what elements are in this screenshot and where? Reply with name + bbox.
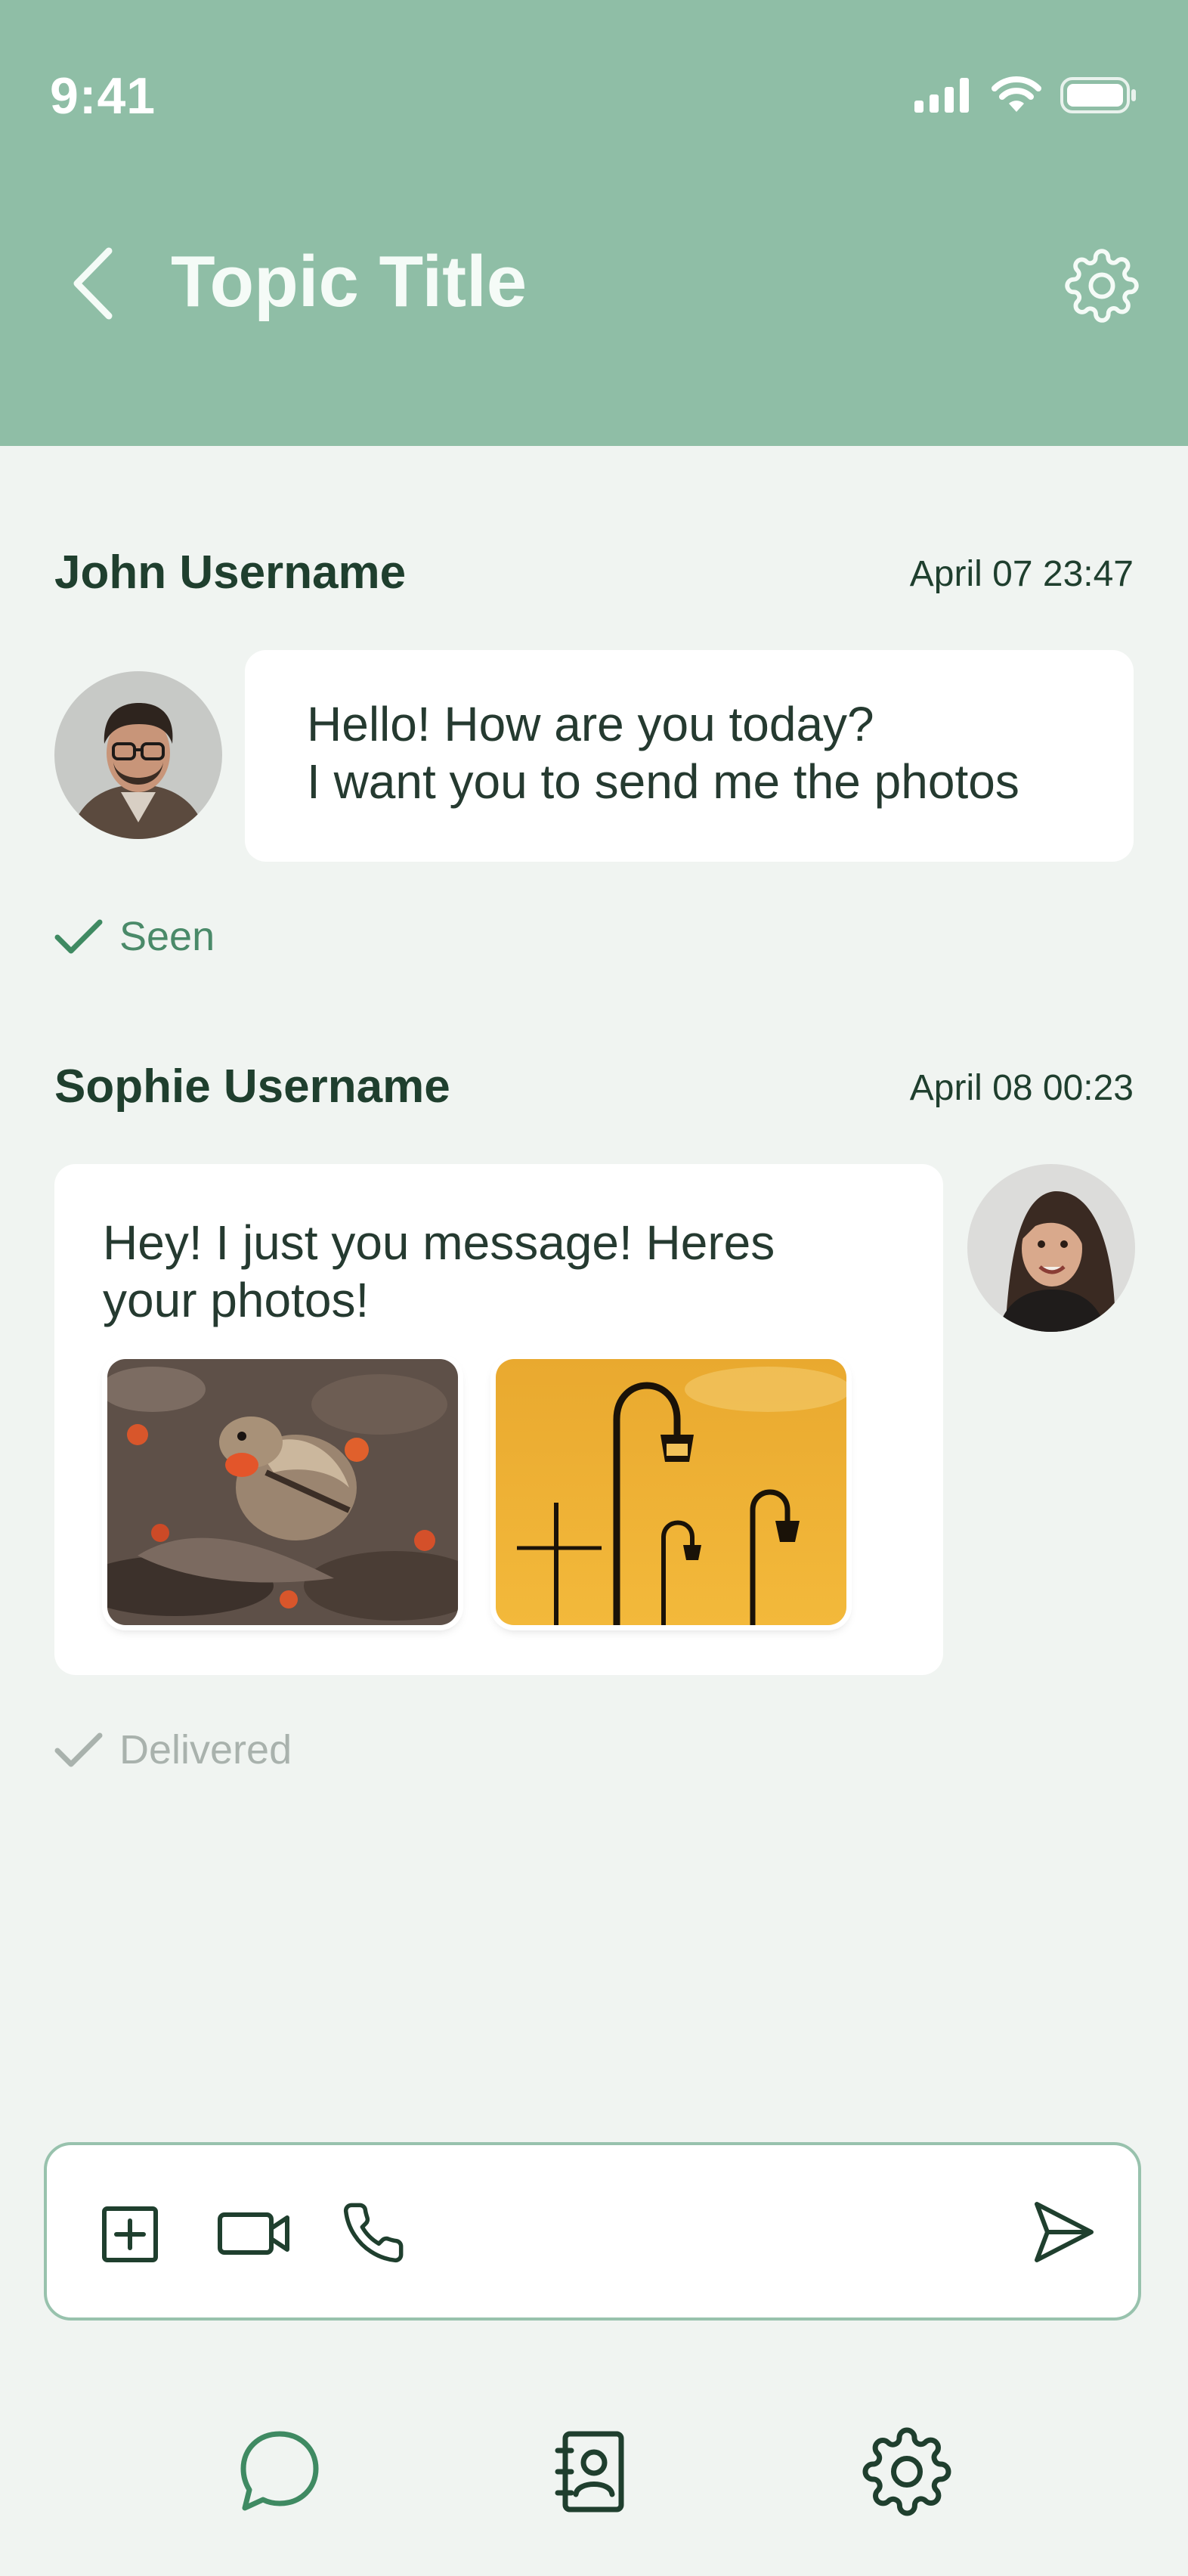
chat-bubble-icon[interactable]: [234, 2426, 325, 2517]
checkmark-icon: [54, 919, 103, 954]
send-icon[interactable]: [1029, 2198, 1097, 2266]
message-date: April 07: [909, 554, 1033, 594]
message-line: your photos!: [103, 1273, 370, 1327]
message-bubble-sophie: Hey! I just you message! Heres your phot…: [54, 1164, 943, 1675]
wifi-icon: [992, 76, 1041, 112]
app-header: [0, 0, 1188, 446]
photo-thumbnail-chipmunk[interactable]: [107, 1359, 458, 1625]
back-chevron-icon[interactable]: [59, 242, 127, 325]
bottom-nav: [0, 2404, 1188, 2540]
settings-gear-icon[interactable]: [1064, 248, 1140, 324]
photo-thumbnail-lamps[interactable]: [496, 1359, 846, 1625]
message-time: 00:23: [1042, 1068, 1134, 1108]
seen-status: Seen: [54, 913, 215, 960]
message-time: 23:47: [1042, 554, 1134, 594]
checkmark-icon: [54, 1732, 103, 1767]
cellular-signal-icon: [914, 78, 969, 113]
avatar-sophie[interactable]: [967, 1164, 1135, 1332]
status-label: Seen: [119, 914, 215, 959]
message-line: Hello! How are you today?: [307, 697, 874, 751]
delivered-status: Delivered: [54, 1726, 292, 1773]
message-line: Hey! I just you message! Heres: [103, 1215, 775, 1270]
message-date: April 08: [909, 1068, 1033, 1108]
status-icons: [913, 73, 1138, 118]
add-square-icon[interactable]: [100, 2204, 160, 2265]
video-camera-icon[interactable]: [216, 2209, 292, 2259]
avatar-john[interactable]: [54, 671, 222, 839]
message-timestamp: April 07 23:47: [910, 553, 1134, 595]
sender-name: Sophie Username: [54, 1060, 450, 1113]
settings-gear-icon[interactable]: [862, 2426, 952, 2517]
message-bubble-john: Hello! How are you today? I want you to …: [245, 650, 1134, 862]
message-timestamp: April 08 00:23: [910, 1067, 1134, 1109]
message-composer[interactable]: [44, 2142, 1141, 2321]
battery-icon: [1060, 77, 1136, 113]
status-label: Delivered: [119, 1727, 292, 1773]
contacts-book-icon[interactable]: [547, 2426, 638, 2517]
message-line: I want you to send me the photos: [307, 754, 1019, 809]
sender-name: John Username: [54, 546, 407, 599]
status-time: 9:41: [50, 67, 156, 125]
phone-icon[interactable]: [340, 2200, 407, 2266]
page-title: Topic Title: [171, 241, 527, 322]
